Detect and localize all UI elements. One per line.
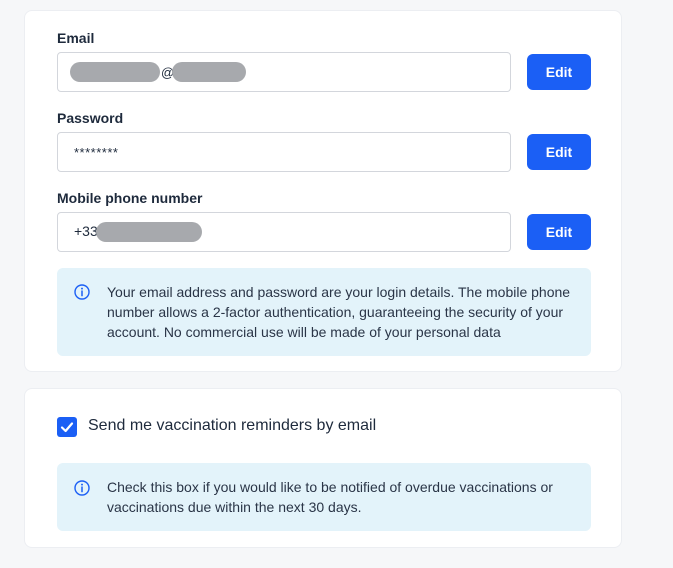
password-field[interactable]: ******** [57, 132, 511, 172]
checkmark-icon [60, 422, 74, 433]
edit-phone-button[interactable]: Edit [527, 214, 591, 250]
email-field[interactable]: @ [57, 52, 511, 92]
phone-redacted-number [96, 222, 202, 242]
reminders-info-text: Check this box if you would like to be n… [107, 479, 553, 515]
password-label: Password [57, 110, 124, 126]
edit-password-button[interactable]: Edit [527, 134, 591, 170]
password-masked-value: ******** [74, 145, 119, 160]
login-info-text: Your email address and password are your… [107, 284, 571, 340]
phone-label: Mobile phone number [57, 190, 203, 206]
phone-field[interactable]: +33 [57, 212, 511, 252]
email-redacted-local-part [70, 62, 160, 82]
login-info-box: Your email address and password are your… [57, 268, 591, 356]
vaccination-reminders-label[interactable]: Send me vaccination reminders by email [88, 417, 376, 435]
vaccination-reminders-checkbox[interactable] [57, 417, 77, 437]
info-circle-icon [74, 480, 90, 496]
phone-country-prefix: +33 [74, 223, 98, 239]
email-label: Email [57, 30, 95, 46]
account-details-card: Email @ Edit Password ******** Edit Mobi… [24, 10, 622, 372]
reminders-card: Send me vaccination reminders by email C… [24, 388, 622, 548]
reminders-info-box: Check this box if you would like to be n… [57, 463, 591, 531]
edit-email-button[interactable]: Edit [527, 54, 591, 90]
info-circle-icon [74, 284, 90, 300]
email-redacted-domain [172, 62, 246, 82]
